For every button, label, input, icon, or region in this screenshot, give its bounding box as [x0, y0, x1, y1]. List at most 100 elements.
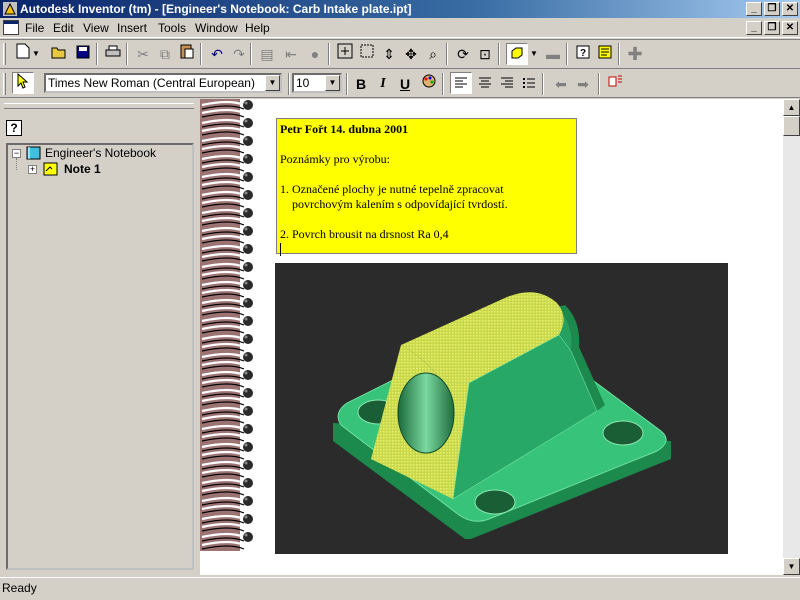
- font-size-combo[interactable]: 10 ▼: [292, 73, 342, 93]
- browser-help-icon[interactable]: ?: [6, 120, 22, 136]
- toolbar-grip[interactable]: [3, 73, 6, 95]
- align-left-icon[interactable]: [450, 72, 472, 94]
- redo-icon[interactable]: ↷: [228, 43, 250, 65]
- undo-icon[interactable]: ↶: [206, 43, 228, 65]
- scroll-up-icon[interactable]: ▲: [783, 99, 800, 116]
- zoom-selected-icon[interactable]: ⌕: [422, 43, 444, 65]
- doc-close-button[interactable]: ✕: [782, 21, 798, 35]
- font-name-value: Times New Roman (Central European): [48, 76, 255, 90]
- scroll-down-icon[interactable]: ▼: [783, 558, 800, 575]
- shaded-display-icon[interactable]: [506, 43, 528, 65]
- open-icon[interactable]: [48, 43, 70, 65]
- note-textbox[interactable]: Petr Fořt 14. dubna 2001 Poznámky pro vý…: [276, 118, 577, 256]
- chevron-down-icon[interactable]: ▼: [265, 75, 280, 91]
- update-icon[interactable]: ●: [304, 43, 326, 65]
- toolbar-separator: [618, 43, 620, 65]
- window-title: Autodesk Inventor (tm) - [Engineer's Not…: [20, 2, 412, 16]
- tree-note-label[interactable]: Note 1: [64, 162, 101, 176]
- underline-button[interactable]: U: [394, 73, 416, 95]
- arrow-right-icon[interactable]: ➡: [572, 73, 594, 95]
- menu-window[interactable]: Window: [195, 21, 238, 35]
- menu-bar: File Edit View Insert Tools Window Help …: [0, 18, 800, 38]
- tree-root-label[interactable]: Engineer's Notebook: [45, 146, 156, 160]
- toolbar-separator: [542, 73, 544, 95]
- note-icon: [43, 162, 58, 176]
- inventor-app-icon[interactable]: [2, 1, 18, 17]
- status-bar: Ready: [0, 577, 800, 600]
- font-name-combo[interactable]: Times New Roman (Central European) ▼: [44, 73, 282, 93]
- align-center-icon[interactable]: [474, 73, 496, 95]
- bold-button[interactable]: B: [350, 73, 372, 95]
- title-bar: Autodesk Inventor (tm) - [Engineer's Not…: [0, 0, 800, 18]
- spiral-rings: [200, 99, 255, 551]
- formatting-toolbar: Times New Roman (Central European) ▼ 10 …: [0, 70, 800, 98]
- document-icon[interactable]: [3, 20, 19, 35]
- color-palette-icon[interactable]: [418, 73, 440, 95]
- pan-icon[interactable]: ✥: [400, 43, 422, 65]
- note-properties-icon[interactable]: [604, 73, 626, 95]
- scroll-thumb[interactable]: [783, 116, 800, 136]
- save-icon[interactable]: [72, 43, 94, 65]
- copy-icon[interactable]: ⧉: [154, 43, 176, 65]
- toolbar-separator: [328, 43, 330, 65]
- italic-button[interactable]: I: [372, 73, 394, 95]
- note-item-2: 2. Povrch brousit na drsnost Ra 0,4: [280, 227, 449, 241]
- select-pointer-icon[interactable]: [12, 72, 34, 94]
- note-item-1-line-2: povrchovým kalením s odpovídající tvrdos…: [292, 197, 508, 211]
- notebook-spiral-binding: [200, 99, 255, 551]
- menu-help[interactable]: Help: [245, 21, 270, 35]
- bullets-icon[interactable]: [518, 73, 540, 95]
- menu-tools[interactable]: Tools: [158, 21, 186, 35]
- collapse-root-toggle[interactable]: −: [12, 149, 21, 158]
- doc-minimize-button[interactable]: _: [746, 21, 762, 35]
- pane-grip[interactable]: [4, 103, 194, 109]
- restore-button[interactable]: ❐: [764, 2, 780, 16]
- menu-insert[interactable]: Insert: [117, 21, 147, 35]
- toolbar-separator: [126, 43, 128, 65]
- zoom-icon[interactable]: ⇕: [378, 43, 400, 65]
- note-item-1-line-1: 1. Označené plochy je nutné tepelně zpra…: [280, 182, 504, 196]
- menu-file[interactable]: File: [25, 21, 44, 35]
- toolbar-separator: [200, 43, 202, 65]
- toolbar-separator: [250, 43, 252, 65]
- carb-intake-plate-model: [333, 292, 671, 539]
- menu-edit[interactable]: Edit: [53, 21, 74, 35]
- doc-restore-button[interactable]: ❐: [764, 21, 780, 35]
- zoom-all-icon[interactable]: [334, 43, 356, 65]
- menu-view[interactable]: View: [83, 21, 109, 35]
- chevron-down-icon[interactable]: ▼: [325, 75, 340, 91]
- sketch-icon[interactable]: ▤: [256, 43, 278, 65]
- notebook-icon: [26, 146, 41, 160]
- arrow-left-icon[interactable]: ⬅: [550, 73, 572, 95]
- notebook-icon[interactable]: [594, 43, 616, 65]
- minimize-button[interactable]: _: [746, 2, 762, 16]
- svg-text:?: ?: [580, 48, 586, 59]
- note-header: Petr Fořt 14. dubna 2001: [280, 122, 409, 136]
- model-snapshot-image[interactable]: [275, 263, 728, 554]
- toolbar-separator: [442, 73, 444, 95]
- shadow-icon[interactable]: ▬: [542, 43, 564, 65]
- rotate-icon[interactable]: ⟳: [452, 43, 474, 65]
- paste-icon[interactable]: [176, 43, 198, 65]
- display-dropdown-icon[interactable]: ▼: [528, 43, 540, 65]
- help-icon[interactable]: ?: [572, 43, 594, 65]
- print-icon[interactable]: [102, 43, 124, 65]
- browser-tree[interactable]: − Engineer's Notebook + Note 1: [6, 143, 194, 570]
- note-intro: Poznámky pro výrobu:: [280, 152, 390, 166]
- vertical-scrollbar[interactable]: ▲ ▼: [783, 99, 800, 575]
- font-size-value: 10: [296, 76, 310, 90]
- zoom-window-icon[interactable]: [356, 43, 378, 65]
- toolbar-separator: [566, 43, 568, 65]
- align-right-icon[interactable]: [496, 73, 518, 95]
- cut-icon[interactable]: ✂: [132, 43, 154, 65]
- toolbar-separator: [498, 43, 500, 65]
- close-button[interactable]: ✕: [782, 2, 798, 16]
- toolbar-separator: [288, 73, 290, 95]
- expand-note-toggle[interactable]: +: [28, 165, 37, 174]
- return-icon[interactable]: ⇤: [280, 43, 302, 65]
- toolbar-grip[interactable]: [3, 43, 6, 65]
- toolbar-separator: [446, 43, 448, 65]
- new-dropdown-icon[interactable]: ▼: [30, 43, 42, 65]
- add-icon[interactable]: ✚: [624, 43, 646, 65]
- look-at-icon[interactable]: ⊡: [474, 43, 496, 65]
